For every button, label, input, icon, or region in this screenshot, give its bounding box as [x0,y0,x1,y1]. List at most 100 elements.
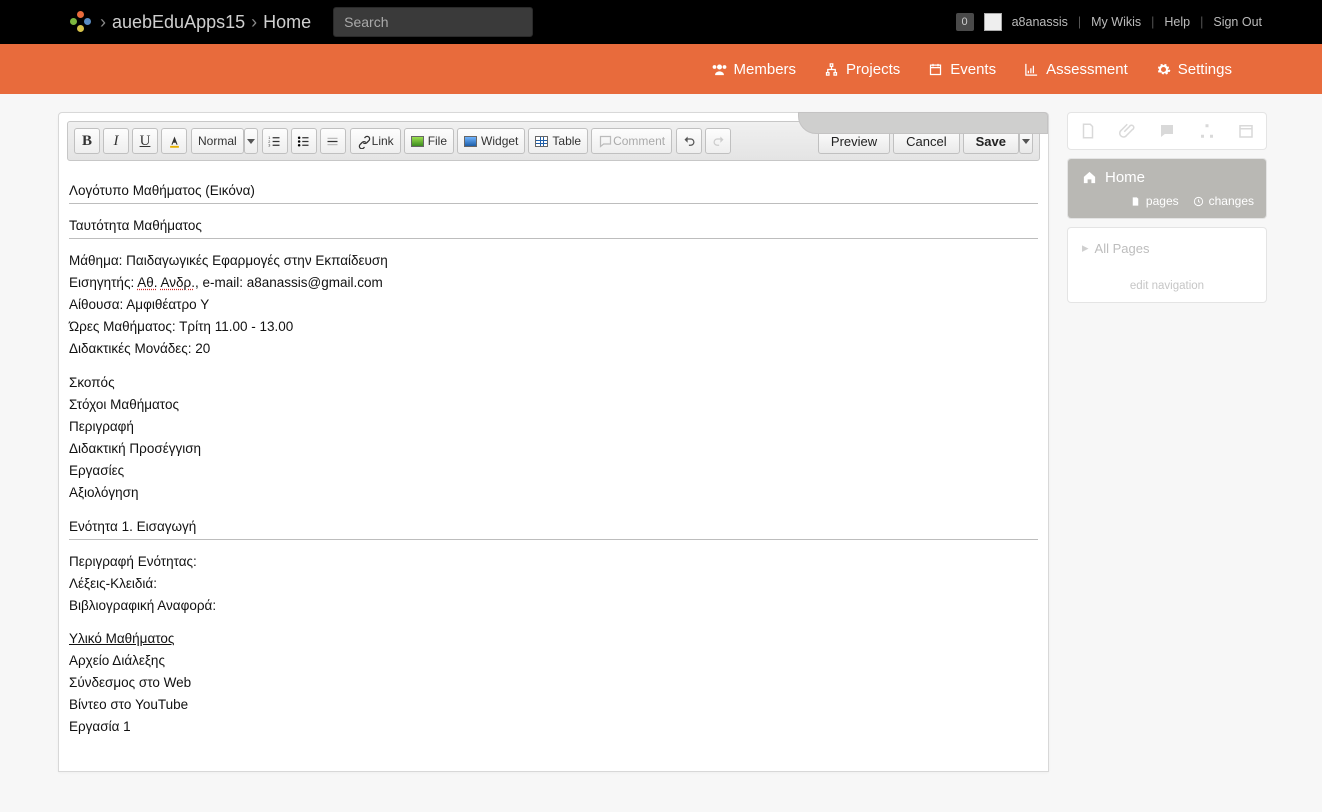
italic-button[interactable]: I [103,128,129,154]
unordered-list-button[interactable] [291,128,317,154]
top-bar: › auebEduApps15 › Home 0 a8anassis | My … [0,0,1322,44]
text-line[interactable]: Εργασία 1 [69,717,1038,737]
link-icon [357,134,372,149]
help-link[interactable]: Help [1164,15,1190,29]
insert-file-button[interactable]: File [404,128,454,154]
file-icon [411,136,424,147]
nav-settings[interactable]: Settings [1156,61,1232,78]
undo-icon [682,134,697,149]
unordered-list-icon [296,134,311,149]
sidebar-pages-link[interactable]: pages [1130,194,1179,208]
sidebar-comment-icon[interactable] [1157,121,1177,141]
sign-out-link[interactable]: Sign Out [1213,15,1262,29]
my-wikis-link[interactable]: My Wikis [1091,15,1141,29]
nav-settings-label: Settings [1178,61,1232,78]
comment-icon [598,134,613,149]
bold-button[interactable]: B [74,128,100,154]
text-line[interactable]: Λέξεις-Κλειδιά: [69,574,1038,594]
nav-events[interactable]: Events [928,61,996,78]
avatar[interactable] [984,13,1002,31]
username-link[interactable]: a8anassis [1012,15,1068,29]
hr-button[interactable] [320,128,346,154]
text-color-button[interactable] [161,128,187,154]
breadcrumb-sep: › [251,12,257,33]
text-line[interactable]: Περιγραφή Ενότητας: [69,552,1038,572]
main-nav: Members Projects Events Assessment Setti… [0,44,1322,94]
nav-members[interactable]: Members [712,61,797,78]
home-icon [1082,170,1097,185]
sidebar-changes-link[interactable]: changes [1193,194,1254,208]
undo-button[interactable] [676,128,702,154]
table-icon [535,136,548,147]
insert-link-button[interactable]: Link [350,128,401,154]
text-line[interactable]: Περιγραφή [69,417,1038,437]
text-line[interactable]: Βιβλιογραφική Αναφορά: [69,596,1038,616]
text-line[interactable]: Σκοπός [69,373,1038,393]
right-sidebar: Home pages changes All Pages [1067,112,1267,303]
insert-table-button[interactable]: Table [528,128,588,154]
breadcrumb-wiki-link[interactable]: auebEduApps15 [112,12,245,33]
svg-text:3: 3 [268,143,270,147]
breadcrumb-page-link[interactable]: Home [263,12,311,33]
text-line[interactable]: Εισηγητής: Αθ. Ανδρ., e-mail: a8anassis@… [69,273,1038,293]
text-line[interactable]: Διδακτικές Μονάδες: 20 [69,339,1038,359]
editor-content-area[interactable]: Λογότυπο Μαθήματος (Εικόνα) Ταυτότητα Μα… [59,169,1048,771]
sidebar-sitemap-icon[interactable] [1197,121,1217,141]
caret-right-icon [1082,240,1089,256]
text-line[interactable]: Σύνδεσμος στο Web [69,673,1038,693]
text-color-icon [167,134,182,149]
insert-widget-button[interactable]: Widget [457,128,525,154]
paragraph-style-select[interactable]: Normal [191,128,258,154]
text-line[interactable]: Εργασίες [69,461,1038,481]
widget-icon [464,136,477,147]
notification-badge[interactable]: 0 [956,13,974,31]
members-icon [712,62,727,77]
sidebar-page-icon[interactable] [1078,121,1098,141]
editor-tab-decor [798,112,1048,134]
insert-comment-label: Comment [613,134,665,148]
nav-assessment[interactable]: Assessment [1024,61,1128,78]
text-line[interactable]: Ώρες Μαθήματος: Τρίτη 11.00 - 13.00 [69,317,1038,337]
paragraph-style-label: Normal [198,134,237,148]
sidebar-all-pages[interactable]: All Pages [1068,228,1266,274]
clock-icon [1193,196,1204,207]
text-line[interactable]: Αξιολόγηση [69,483,1038,503]
calendar-icon [928,62,943,77]
insert-link-label: Link [372,134,394,148]
chevron-down-icon[interactable] [244,128,258,154]
editor-panel: B I U Normal 123 [58,112,1049,772]
insert-comment-button[interactable]: Comment [591,128,672,154]
ordered-list-button[interactable]: 123 [262,128,288,154]
ordered-list-icon: 123 [267,134,282,149]
nav-assessment-label: Assessment [1046,61,1128,78]
redo-button[interactable] [705,128,731,154]
sidebar-all-pages-label: All Pages [1095,241,1150,256]
sidebar-home-label: Home [1105,169,1145,186]
insert-file-label: File [428,134,447,148]
breadcrumb-sep: › [100,12,106,33]
wikispaces-logo [70,11,92,33]
underline-button[interactable]: U [132,128,158,154]
text-line[interactable]: Αίθουσα: Αμφιθέατρο Υ [69,295,1038,315]
sidebar-calendar-icon[interactable] [1236,121,1256,141]
nav-members-label: Members [734,61,797,78]
heading-unit1[interactable]: Ενότητα 1. Εισαγωγή [69,517,1038,540]
text-line[interactable]: Αρχείο Διάλεξης [69,651,1038,671]
search-input[interactable] [333,7,533,37]
nav-events-label: Events [950,61,996,78]
edit-navigation-link[interactable]: edit navigation [1068,274,1266,302]
sidebar-home-link[interactable]: Home [1082,169,1254,186]
nav-projects[interactable]: Projects [824,61,900,78]
text-line[interactable]: Στόχοι Μαθήματος [69,395,1038,415]
sidebar-home-box: Home pages changes [1068,159,1266,218]
text-line[interactable]: Βίντεο στο YouTube [69,695,1038,715]
sidebar-attachment-icon[interactable] [1118,121,1138,141]
chart-icon [1024,62,1039,77]
heading-identity[interactable]: Ταυτότητα Μαθήματος [69,216,1038,239]
sitemap-icon [824,62,839,77]
text-line[interactable]: Διδακτική Προσέγγιση [69,439,1038,459]
text-line[interactable]: Μάθημα: Παιδαγωγικές Εφαρμογές στην Εκπα… [69,251,1038,271]
gear-icon [1156,62,1171,77]
text-line[interactable]: Υλικό Μαθήματος [69,629,1038,649]
heading-logo[interactable]: Λογότυπο Μαθήματος (Εικόνα) [69,181,1038,204]
